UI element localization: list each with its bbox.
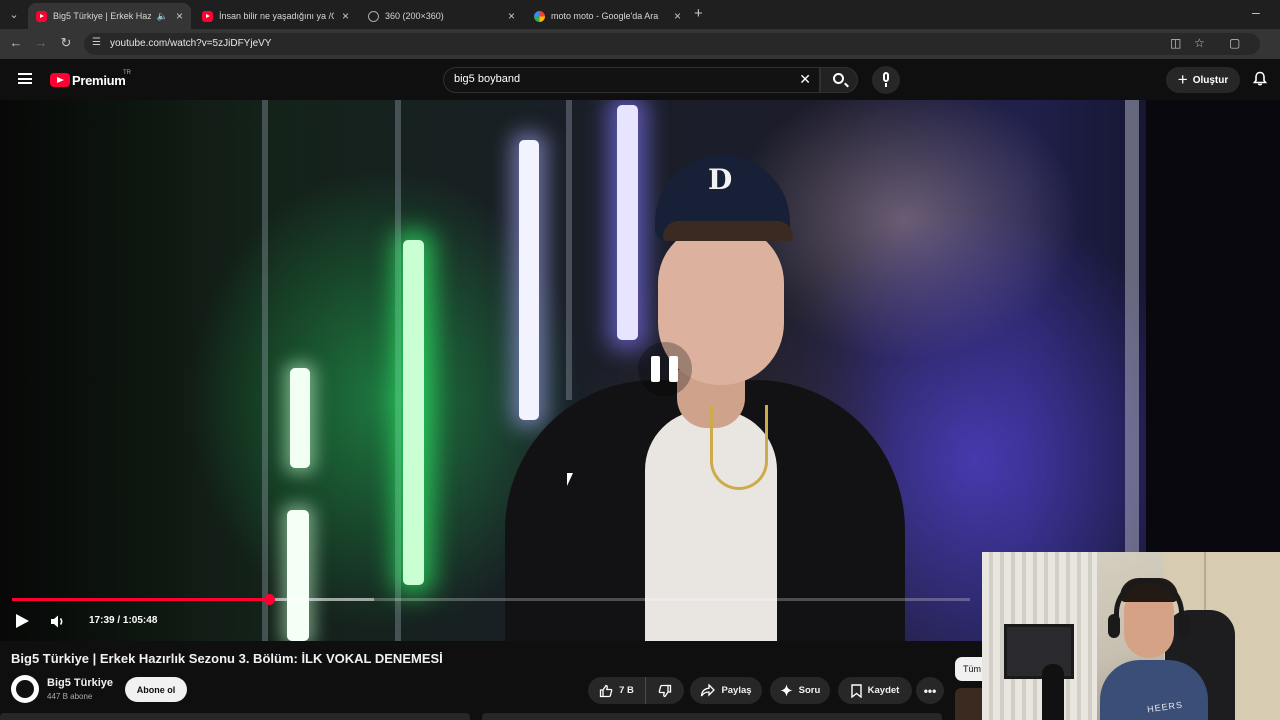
cast-icon[interactable]: ◫ <box>1170 36 1181 50</box>
forward-arrow-icon[interactable]: → <box>32 35 50 50</box>
back-arrow-icon[interactable]: ← <box>7 35 25 50</box>
channel-avatar[interactable] <box>11 675 39 703</box>
recommended-thumbnail[interactable] <box>955 688 985 720</box>
green-neon-tube <box>403 240 424 585</box>
time-display: 17:39 / 1:05:48 <box>89 615 158 626</box>
volume-icon[interactable] <box>50 614 66 629</box>
video-title: Big5 Türkiye | Erkek Hazırlık Sezonu 3. … <box>11 651 443 666</box>
bookmark-star-icon[interactable]: ☆ <box>1194 36 1205 50</box>
sparkle-icon <box>780 684 793 697</box>
thumbs-up-icon <box>599 684 613 697</box>
plus-icon: + <box>1177 70 1188 89</box>
microphone-icon <box>883 72 889 82</box>
browser-tab-2[interactable]: İnsan bilir ne yaşadığını ya /Gib × <box>194 3 357 29</box>
like-count: 7 B <box>619 685 634 696</box>
voice-search-button[interactable] <box>872 66 900 94</box>
neon-tube <box>290 368 310 468</box>
new-tab-plus-icon[interactable]: + <box>694 5 703 22</box>
play-icon[interactable] <box>16 614 29 628</box>
youtube-icon <box>36 10 47 22</box>
share-button[interactable]: Paylaş <box>690 677 762 704</box>
progress-bar[interactable] <box>12 594 970 605</box>
browser-tab-strip: ⌄ Big5 Türkiye | Erkek Hazırlık 🔈 × İnsa… <box>0 0 1280 29</box>
search-box[interactable]: ✕ <box>443 67 820 93</box>
create-button[interactable]: + Oluştur <box>1166 67 1240 93</box>
video-subject: D <box>505 155 905 641</box>
extensions-puzzle-icon[interactable]: ▢ <box>1229 36 1240 50</box>
browser-toolbar: ← → ↻ ☰ youtube.com/watch?v=5zJiDFYjeVY … <box>0 29 1280 59</box>
comments-edge <box>482 713 942 720</box>
close-tab-icon[interactable]: × <box>674 9 681 23</box>
browser-tab-3[interactable]: 360 (200×360) × <box>360 3 523 29</box>
google-icon <box>534 10 545 22</box>
notifications-bell-icon[interactable] <box>1253 71 1267 86</box>
share-arrow-icon <box>701 684 716 697</box>
microphone <box>1042 664 1064 720</box>
search-icon <box>833 73 844 84</box>
share-label: Paylaş <box>721 685 752 696</box>
youtube-premium-logo[interactable]: Premium <box>72 73 126 88</box>
browser-tab-1[interactable]: Big5 Türkiye | Erkek Hazırlık 🔈 × <box>28 3 191 29</box>
search-button[interactable] <box>820 67 858 93</box>
close-tab-icon[interactable]: × <box>176 9 183 23</box>
tab-search-chevron-icon[interactable]: ⌄ <box>4 4 24 24</box>
tab-title: İnsan bilir ne yaşadığını ya /Gib <box>219 11 334 21</box>
save-label: Kaydet <box>867 685 900 696</box>
mouse-cursor-icon <box>567 473 579 486</box>
youtube-header: Premium TR ✕ + Oluştur <box>0 59 1280 100</box>
youtube-logo-icon[interactable] <box>50 73 70 87</box>
address-bar[interactable]: ☰ youtube.com/watch?v=5zJiDFYjeVY ◫ ☆ ▢ <box>84 33 1260 55</box>
played-bar <box>12 598 270 601</box>
speaker-icon[interactable]: 🔈 <box>157 11 168 22</box>
create-label: Oluştur <box>1192 74 1229 86</box>
close-tab-icon[interactable]: × <box>508 9 515 23</box>
webcam-overlay: HEERS <box>982 552 1280 720</box>
search-input[interactable] <box>454 73 774 85</box>
subscriber-count: 447 B abone <box>47 692 93 701</box>
youtube-icon <box>202 10 213 22</box>
dislike-button[interactable] <box>646 677 684 704</box>
scrubber-handle[interactable] <box>264 594 276 605</box>
gold-chain <box>710 405 768 490</box>
tab-title: 360 (200×360) <box>385 11 444 21</box>
minimize-window-icon[interactable]: – <box>1252 4 1260 20</box>
bookmark-icon <box>850 683 862 698</box>
close-tab-icon[interactable]: × <box>342 9 349 23</box>
like-dislike-group: 7 B <box>588 677 684 704</box>
region-code: TR <box>123 70 131 76</box>
neon-tube <box>287 510 309 641</box>
url-text: youtube.com/watch?v=5zJiDFYjeVY <box>110 38 272 49</box>
like-button[interactable]: 7 B <box>588 677 646 704</box>
pause-indicator-icon[interactable] <box>638 342 692 396</box>
browser-tab-4[interactable]: moto moto - Google'da Ara × <box>526 3 689 29</box>
thumbs-down-icon <box>658 684 672 697</box>
tab-title: Big5 Türkiye | Erkek Hazırlık <box>53 11 151 21</box>
description-box-edge <box>0 713 470 720</box>
ask-label: Soru <box>798 685 821 696</box>
save-button[interactable]: Kaydet <box>838 677 912 704</box>
channel-name[interactable]: Big5 Türkiye <box>47 677 113 689</box>
globe-icon <box>368 10 379 22</box>
cap-logo: D <box>708 163 733 196</box>
ask-button[interactable]: Soru <box>770 677 830 704</box>
clear-search-icon[interactable]: ✕ <box>799 71 811 88</box>
reload-icon[interactable]: ↻ <box>57 35 75 51</box>
site-settings-icon[interactable]: ☰ <box>92 37 101 48</box>
subscribe-button[interactable]: Abone ol <box>125 677 187 702</box>
more-actions-icon[interactable]: ••• <box>916 677 944 704</box>
tab-title: moto moto - Google'da Ara <box>551 11 659 21</box>
hamburger-menu-icon[interactable] <box>18 73 32 84</box>
